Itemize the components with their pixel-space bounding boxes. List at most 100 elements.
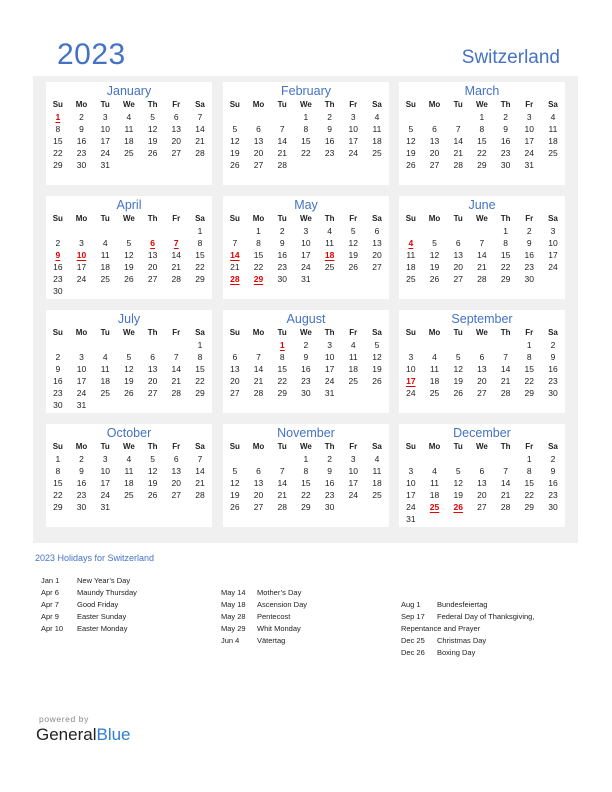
day-cell: 27 xyxy=(253,160,264,171)
day-cell: 10 xyxy=(348,466,359,477)
month-may: May Su Mo Tu We Th Fr Sa 1 2 3 4 5 6 7 8 9 10 11 12 13 14 15 16… xyxy=(223,196,389,299)
day-cell: 3 xyxy=(102,112,108,122)
day-cell: 22 xyxy=(53,490,63,501)
day-cell: 18 xyxy=(100,376,110,387)
day-cell: 18 xyxy=(372,136,382,147)
weekday-header: Mo xyxy=(75,100,88,109)
day-cell: 26 xyxy=(453,388,463,399)
weekday-header: Tu xyxy=(100,214,110,223)
holiday-name: Mother’s Day xyxy=(257,588,302,597)
day-cell: 16 xyxy=(53,262,63,273)
month-february: February Su Mo Tu We Th Fr Sa 1 2 3 4 5 6 7 8 9 10 11 12 13 1… xyxy=(223,82,389,185)
day-cell: 29 xyxy=(301,502,311,513)
day-cell: 12 xyxy=(124,364,134,375)
day-cell: 2 xyxy=(279,226,285,236)
empty-cell xyxy=(423,225,447,237)
empty-cell xyxy=(70,225,94,237)
day-cell: 15 xyxy=(301,136,311,147)
holiday-row: Jan 1 New Year’s Day xyxy=(41,575,137,587)
day-cell: 3 xyxy=(550,226,556,236)
holiday-column: Aug 1 Bundesfeiertag Sep 17 Federal Day of … xyxy=(401,599,534,659)
day-cell: 2 xyxy=(550,454,556,464)
day-cell: 28 xyxy=(195,148,205,159)
weekday-header: We xyxy=(299,328,312,337)
holiday-date: Dec 26 xyxy=(401,648,425,657)
day-cell: 4 xyxy=(374,454,380,464)
weekday-header: We xyxy=(122,442,135,451)
day-cell: 22 xyxy=(195,376,205,387)
day-cell: 19 xyxy=(453,490,463,501)
day-cell: 29 xyxy=(195,274,205,285)
day-cell: 13 xyxy=(171,124,182,135)
day-cell: 1 xyxy=(526,454,532,464)
holiday-date: May 18 xyxy=(221,600,246,609)
day-cell: 28 xyxy=(253,388,264,399)
day-cell: 12 xyxy=(372,352,382,363)
day-cell: 8 xyxy=(197,238,203,249)
holiday-date: May 14 xyxy=(221,588,246,597)
day-cell: 4 xyxy=(374,112,380,122)
empty-cell xyxy=(117,339,141,351)
day-cell: 4 xyxy=(327,226,332,236)
weekday-header: Mo xyxy=(428,328,441,337)
day-cell: 14 xyxy=(453,136,463,147)
month-title: April xyxy=(116,198,142,212)
day-cell: 13 xyxy=(230,364,240,375)
weekday-header: Tu xyxy=(277,214,287,223)
day-cell: 30 xyxy=(53,400,63,411)
day-cell: 19 xyxy=(406,148,416,159)
day-cell: 30 xyxy=(53,286,63,297)
holiday-day: 17 xyxy=(406,376,416,387)
day-cell: 10 xyxy=(76,364,87,375)
weekday-header: Sa xyxy=(548,100,558,109)
day-cell: 7 xyxy=(232,238,238,249)
day-cell: 1 xyxy=(256,226,261,236)
day-cell: 12 xyxy=(147,124,158,135)
day-cell: 11 xyxy=(100,250,110,261)
weekday-header: Mo xyxy=(252,100,265,109)
weekday-header: Mo xyxy=(428,100,441,109)
month-grid: Su Mo Tu We Th Fr Sa 1 2 3 4 5 6 7 8 9 10 11 12 13 14 15 16 17 1… xyxy=(223,99,389,171)
day-cell: 21 xyxy=(453,148,463,159)
holiday-day: 1 xyxy=(279,340,285,350)
holiday-name: Easter Sunday xyxy=(77,612,127,621)
day-cell: 11 xyxy=(348,352,358,363)
month-august: August Su Mo Tu We Th Fr Sa 1 2 3 4 5 6 7 8 9 10 11 12 13 14 1… xyxy=(223,310,389,413)
day-cell: 5 xyxy=(455,466,461,477)
day-cell: 7 xyxy=(455,124,461,135)
day-cell: 6 xyxy=(374,226,380,236)
holiday-name: Federal Day of Thanksgiving, xyxy=(437,612,535,621)
day-cell: 10 xyxy=(100,466,110,477)
country-title: Switzerland xyxy=(461,47,560,68)
day-cell: 15 xyxy=(277,364,287,375)
day-cell: 7 xyxy=(197,112,203,122)
holiday-date: Apr 6 xyxy=(41,588,59,597)
holiday-day: 26 xyxy=(453,502,463,513)
day-cell: 11 xyxy=(548,124,558,135)
generalblue-logo[interactable]: GeneralBlue xyxy=(36,725,131,745)
weekday-header: Fr xyxy=(349,442,358,451)
day-cell: 14 xyxy=(253,364,264,375)
day-cell: 22 xyxy=(301,148,311,159)
day-cell: 5 xyxy=(126,352,132,363)
day-cell: 7 xyxy=(479,238,485,249)
month-november: November Su Mo Tu We Th Fr Sa 1 2 3 4 5 6 7 8 9 10 11 12 13 1… xyxy=(223,424,389,527)
day-cell: 13 xyxy=(253,478,264,489)
day-cell: 3 xyxy=(102,454,108,464)
day-cell: 2 xyxy=(503,112,508,122)
day-cell: 19 xyxy=(124,376,134,387)
weekday-header: Fr xyxy=(349,100,358,109)
day-cell: 30 xyxy=(301,388,311,399)
month-grid: Su Mo Tu We Th Fr Sa 1 2 3 4 5 6 7 8 9 10 11 12 13 14 15 16 17 1… xyxy=(223,441,389,513)
weekday-header: Mo xyxy=(428,214,441,223)
weekday-header: Mo xyxy=(75,442,88,451)
month-grid: Su Mo Tu We Th Fr Sa 1 2 3 4 5 6 7 8 9 10 11 12 13 14 15 16 17 1… xyxy=(46,99,212,171)
month-grid: Su Mo Tu We Th Fr Sa 1 2 3 4 5 6 7 8 9 10 11 12 13 14 15 16 17 1… xyxy=(399,213,565,285)
day-cell: 5 xyxy=(126,238,132,249)
day-cell: 25 xyxy=(124,490,134,501)
day-cell: 16 xyxy=(524,250,535,261)
day-cell: 17 xyxy=(100,478,110,489)
day-cell: 14 xyxy=(171,364,182,375)
day-cell: 27 xyxy=(147,274,158,285)
day-cell: 29 xyxy=(53,502,63,513)
